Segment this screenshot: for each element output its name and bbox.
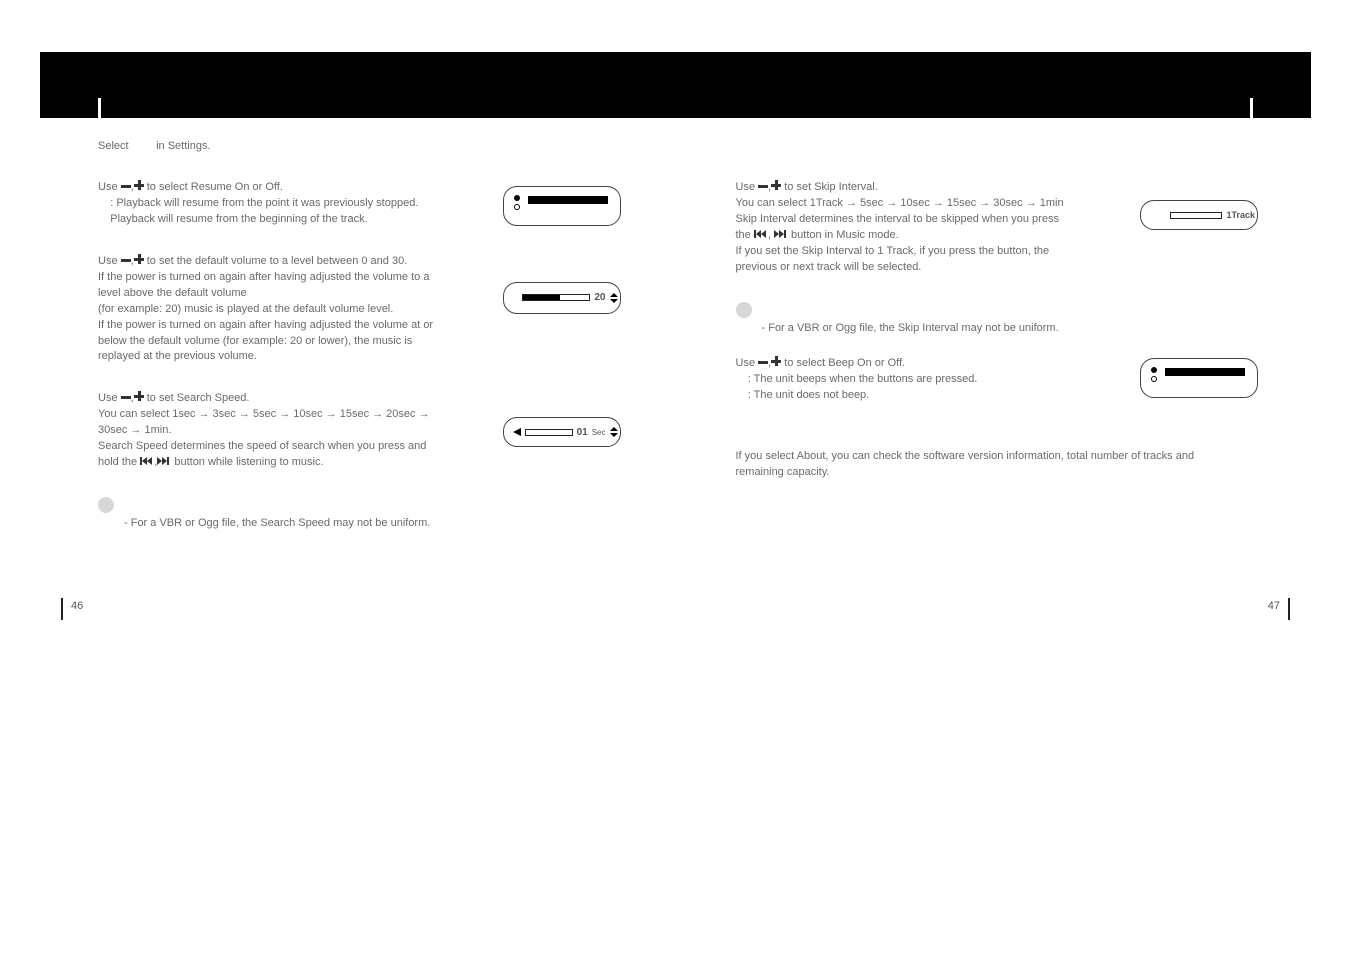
next-track-icon xyxy=(774,230,788,238)
radio-filled-icon xyxy=(1151,367,1157,373)
plus-icon xyxy=(134,180,144,190)
skip-post: to set Skip Interval. xyxy=(784,181,878,193)
beep-off: : The unit does not beep. xyxy=(748,389,870,401)
header-tick-right xyxy=(1250,98,1253,118)
search-l3b: button while listening to music. xyxy=(174,456,323,468)
right-column: Use , to set Skip Interval. You can sele… xyxy=(736,180,1254,529)
skip-value: 1Track xyxy=(1226,210,1255,220)
select-prefix: Select xyxy=(98,140,129,152)
defvol-pre: Use xyxy=(98,255,118,267)
page-num-right: 47 xyxy=(1268,600,1280,612)
resume-on-text: : Playback will resume from the point it… xyxy=(110,197,418,209)
up-down-icon xyxy=(610,427,618,437)
skip-l4: If you set the Skip Interval to 1 Track,… xyxy=(736,244,1076,276)
section-about: If you select About, you can check the s… xyxy=(736,449,1254,481)
skip-notice xyxy=(736,302,1254,318)
beep-on: : The unit beeps when the buttons are pr… xyxy=(748,373,978,385)
minus-icon xyxy=(758,358,768,366)
skip-track-icon xyxy=(1170,212,1222,219)
defvol-post: to set the default volume to a level bet… xyxy=(147,255,408,267)
select-suffix: in Settings. xyxy=(156,140,210,152)
search-speed-lcd: 01 Sec xyxy=(503,417,621,447)
prev-track-icon xyxy=(754,230,768,238)
resume-lcd xyxy=(503,186,621,226)
page-mark-left xyxy=(61,598,63,620)
default-vol-lcd: 20 xyxy=(503,282,621,314)
about-text: If you select About, you can check the s… xyxy=(736,449,1196,481)
resume-off-text: Playback will resume from the beginning … xyxy=(110,213,367,225)
notice-dot-icon xyxy=(736,302,752,318)
left-column: Use , to select Resume On or Off. : Play… xyxy=(98,180,616,529)
radio-empty-icon xyxy=(514,204,520,210)
search-post: to set Search Speed. xyxy=(147,392,250,404)
section-default-vol: Use , to set the default volume to a lev… xyxy=(98,254,616,366)
skip-pre: Use xyxy=(736,181,756,193)
header-bar xyxy=(40,52,1311,118)
skip-notice-text: - For a VBR or Ogg file, the Skip Interv… xyxy=(762,322,1254,334)
radio-filled-icon xyxy=(514,195,520,201)
search-track-icon xyxy=(525,429,573,436)
defvol-l4: If the power is turned on again after ha… xyxy=(98,318,438,366)
defvol-l3: (for example: 20) music is played at the… xyxy=(98,302,438,318)
section-search-speed: Use , to set Search Speed. You can selec… xyxy=(98,391,616,471)
minus-icon xyxy=(121,393,131,401)
skip-l3b: button in Music mode. xyxy=(791,229,899,241)
search-unit: Sec xyxy=(592,428,606,437)
volume-track-icon xyxy=(522,294,590,301)
search-l2: You can select 1sec → 3sec → 5sec → 10se… xyxy=(98,407,438,439)
page-num-left: 46 xyxy=(71,600,83,612)
resume-post: to select Resume On or Off. xyxy=(147,181,283,193)
skip-l2: You can select 1Track → 5sec → 10sec → 1… xyxy=(736,196,1076,212)
search-notice xyxy=(98,497,616,513)
minus-icon xyxy=(121,256,131,264)
plus-icon xyxy=(134,254,144,264)
prev-track-icon xyxy=(140,457,154,465)
minus-icon xyxy=(758,182,768,190)
resume-pre: Use xyxy=(98,181,118,193)
minus-icon xyxy=(121,182,131,190)
section-skip: Use , to set Skip Interval. You can sele… xyxy=(736,180,1254,276)
search-pre: Use xyxy=(98,392,118,404)
volume-fill-icon xyxy=(523,295,559,300)
beep-bar-icon xyxy=(1165,368,1245,376)
search-notice-text: - For a VBR or Ogg file, the Search Spee… xyxy=(124,517,616,529)
beep-pre: Use xyxy=(736,357,756,369)
next-track-icon xyxy=(157,457,171,465)
defvol-value: 20 xyxy=(594,292,605,303)
plus-icon xyxy=(134,391,144,401)
plus-icon xyxy=(771,180,781,190)
section-beep: Use , to select Beep On or Off. : The un… xyxy=(736,356,1254,404)
skip-lcd: 1Track xyxy=(1140,200,1258,230)
beep-lcd xyxy=(1140,358,1258,398)
content-area: Select in Settings. Use , to select Resu… xyxy=(98,140,1253,529)
left-arrow-icon xyxy=(513,428,521,436)
search-value: 01 xyxy=(577,427,588,438)
header-tick-left xyxy=(98,98,101,118)
plus-icon xyxy=(771,356,781,366)
notice-dot-icon xyxy=(98,497,114,513)
section-resume: Use , to select Resume On or Off. : Play… xyxy=(98,180,616,228)
select-line: Select in Settings. xyxy=(98,140,1253,152)
radio-empty-icon xyxy=(1151,376,1157,382)
defvol-l2: If the power is turned on again after ha… xyxy=(98,270,438,302)
beep-post: to select Beep On or Off. xyxy=(784,357,905,369)
page-mark-right xyxy=(1288,598,1290,620)
up-down-icon xyxy=(610,293,618,303)
resume-bar-icon xyxy=(528,196,608,204)
